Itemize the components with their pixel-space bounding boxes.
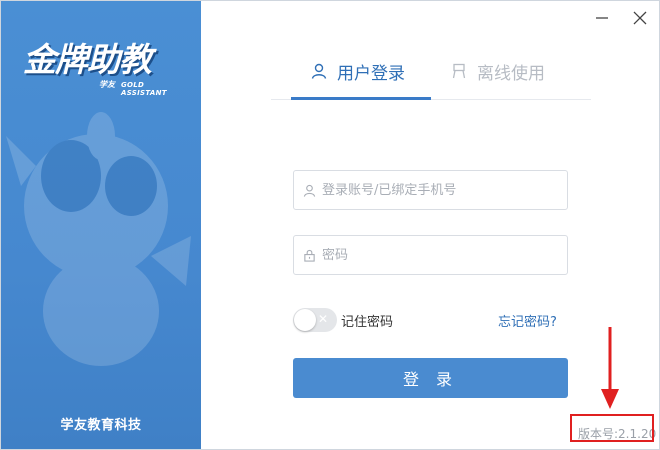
mascot-illustration xyxy=(6,112,191,366)
password-field[interactable] xyxy=(293,235,568,275)
close-button[interactable] xyxy=(628,7,652,29)
company-name: 学友教育科技 xyxy=(60,418,142,433)
tab-offline-use-label: 离线使用 xyxy=(477,64,545,84)
offline-icon xyxy=(451,63,467,79)
active-tab-indicator xyxy=(291,97,431,100)
lock-icon xyxy=(296,249,322,262)
app-logo: 金牌助教 学友 GOLD ASSISTANT xyxy=(23,33,183,97)
tab-user-login[interactable]: 用户登录 xyxy=(311,59,405,99)
annotation-highlight-box xyxy=(570,414,654,442)
remember-password-label: 记住密码 xyxy=(341,315,394,330)
login-window: 金牌助教 学友 GOLD ASSISTANT 学友教育科技 用户登录 离线使用 … xyxy=(0,0,660,450)
minimize-button[interactable] xyxy=(590,7,614,29)
logo-title: 金牌助教 xyxy=(23,40,152,79)
toggle-off-icon: ✕ xyxy=(318,312,329,326)
login-tabs: 用户登录 离线使用 xyxy=(271,59,591,100)
minimize-icon xyxy=(596,17,608,19)
account-input[interactable] xyxy=(322,182,552,198)
logo-sub-en: GOLD ASSISTANT xyxy=(121,81,167,97)
tab-user-login-label: 用户登录 xyxy=(337,64,405,84)
user-icon xyxy=(311,63,327,79)
login-button[interactable]: 登 录 xyxy=(293,358,568,398)
close-icon xyxy=(633,11,647,25)
logo-sub-cn: 学友 xyxy=(99,80,115,89)
password-input[interactable] xyxy=(322,247,552,263)
brand-panel: 金牌助教 学友 GOLD ASSISTANT 学友教育科技 xyxy=(1,1,201,449)
toggle-knob xyxy=(294,309,316,331)
user-icon xyxy=(296,184,322,197)
tab-offline-use[interactable]: 离线使用 xyxy=(451,59,545,99)
forgot-password-link[interactable]: 忘记密码? xyxy=(498,311,557,330)
account-field[interactable] xyxy=(293,170,568,210)
annotation-arrow-icon xyxy=(601,327,619,409)
remember-password-toggle[interactable]: ✕ xyxy=(293,308,337,332)
